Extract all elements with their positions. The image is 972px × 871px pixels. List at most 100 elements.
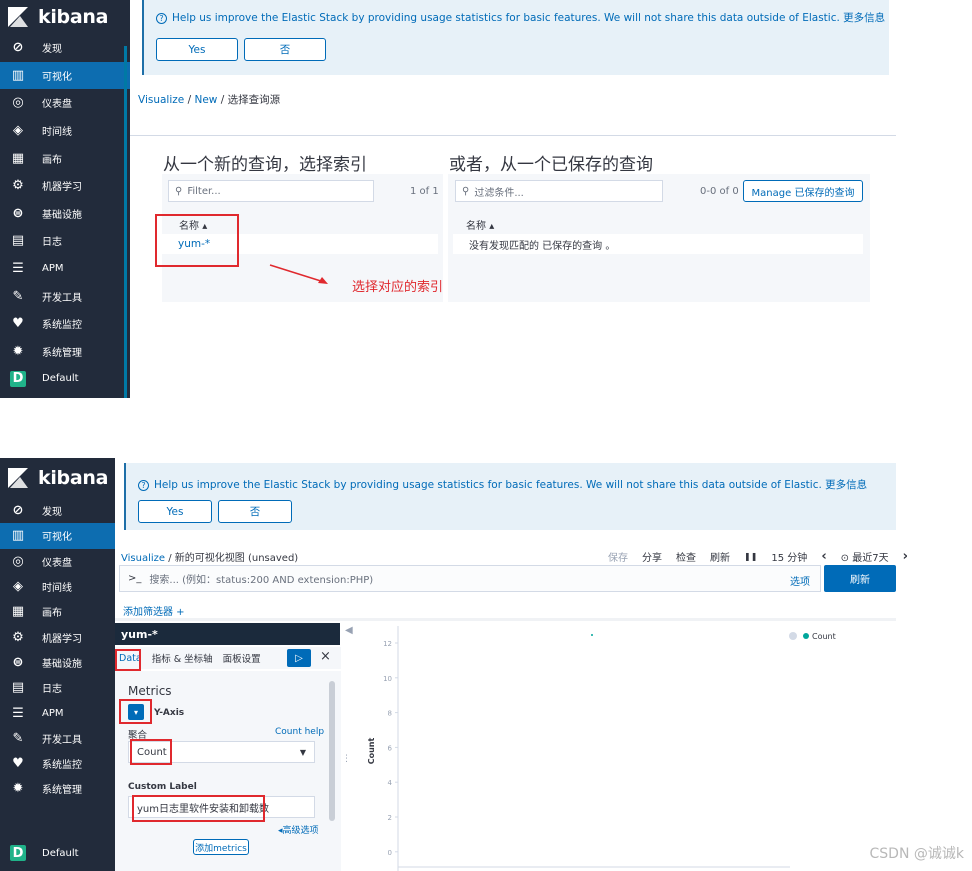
crumb-visualize[interactable]: Visualize [121, 553, 165, 564]
machine-learning-icon: ⚙ [12, 629, 24, 645]
visualize-icon: ▥ [11, 528, 25, 544]
save-link[interactable]: 保存 [608, 549, 628, 564]
editor-scrollbar-thumb[interactable] [329, 681, 335, 821]
sidebar-item-label: 机器学习 [42, 633, 82, 645]
sidebar-item-6[interactable]: ⊜ 基础设施 [0, 650, 115, 675]
tab-metrics-axes[interactable]: 指标 & 坐标轴 [152, 651, 213, 665]
time-range[interactable]: ⊙ 最近7天 [841, 549, 889, 564]
query-input[interactable]: >_ 搜索... (例如：status:200 AND extension:PH… [119, 565, 821, 592]
index-count: 1 of 1 [410, 186, 439, 197]
refresh-button[interactable]: 刷新 [824, 565, 896, 592]
sidebar-item-4[interactable]: ▦ 画布 [0, 144, 130, 172]
logs-icon: ▤ [11, 233, 25, 249]
y-tick-label: 4 [388, 779, 393, 787]
sidebar-item-11[interactable]: ✹ 系统管理 [0, 776, 115, 801]
manage-saved-button[interactable]: Manage 已保存的查询 [743, 180, 863, 202]
sidebar-item-label: 开发工具 [42, 734, 82, 746]
sidebar-item-0[interactable]: ⊘ 发现 [0, 34, 130, 62]
pause-icon[interactable]: ❚❚ [744, 552, 757, 561]
compass-icon: ⊘ [12, 40, 24, 56]
space-label: Default [42, 373, 79, 385]
sidebar-item-5[interactable]: ⚙ 机器学习 [0, 624, 115, 649]
sidebar-item-label: 基础设施 [42, 209, 82, 221]
advanced-options-link[interactable]: ◂高级选项 [278, 823, 319, 836]
sidebar-item-9[interactable]: ✎ 开发工具 [0, 282, 130, 310]
tab-panel-settings[interactable]: 面板设置 [223, 651, 261, 665]
infrastructure-icon: ⊜ [12, 205, 24, 221]
brand[interactable]: kibana [0, 458, 115, 498]
sidebar-item-5[interactable]: ⚙ 机器学习 [0, 172, 130, 200]
sidebar-item-6[interactable]: ⊜ 基础设施 [0, 200, 130, 228]
sidebar-item-8[interactable]: ☰ APM [0, 255, 130, 283]
sidebar-item-2[interactable]: ◎ 仪表盘 [0, 89, 130, 117]
sidebar-item-2[interactable]: ◎ 仪表盘 [0, 549, 115, 574]
sidebar-item-label: 系统管理 [42, 347, 82, 359]
add-filter-link[interactable]: 添加筛选器 + [123, 603, 185, 618]
sidebar-item-0[interactable]: ⊘ 发现 [0, 498, 115, 523]
info-icon: ? [156, 13, 167, 24]
options-link[interactable]: 选项 [790, 573, 810, 588]
y-axis-label: Y-Axis [154, 708, 185, 718]
sidebar-item-3[interactable]: ◈ 时间线 [0, 574, 115, 599]
yes-button[interactable]: Yes [156, 38, 238, 61]
sidebar-item-7[interactable]: ▤ 日志 [0, 675, 115, 700]
crumb-visualize[interactable]: Visualize [138, 94, 184, 106]
add-metrics-button[interactable]: 添加metrics [193, 839, 249, 855]
sidebar-item-label: 基础设施 [42, 658, 82, 670]
sidebar-item-10[interactable]: ♥ 系统监控 [0, 751, 115, 776]
heart-icon: ♥ [12, 316, 24, 332]
index-filter-input[interactable]: ⚲ Filter... [168, 180, 374, 202]
y-tick-label: 8 [388, 710, 392, 718]
sidebar-item-3[interactable]: ◈ 时间线 [0, 117, 130, 145]
apm-icon: ☰ [12, 705, 24, 721]
refresh-link[interactable]: 刷新 [710, 549, 730, 564]
brand[interactable]: kibana [0, 0, 130, 34]
no-button[interactable]: 否 [244, 38, 326, 61]
sidebar-item-4[interactable]: ▦ 画布 [0, 599, 115, 624]
close-icon[interactable]: × [320, 649, 331, 664]
new-search-title: 从一个新的查询，选择索引 [163, 155, 367, 175]
apply-button[interactable]: ▷ [287, 649, 311, 667]
inspect-link[interactable]: 检查 [676, 549, 696, 564]
saved-filter-input[interactable]: ⚲ 过滤条件... [455, 180, 663, 202]
yes-button[interactable]: Yes [138, 500, 212, 523]
logs-icon: ▤ [11, 680, 25, 696]
apm-icon: ☰ [12, 261, 24, 277]
sidebar-item-1[interactable]: ▥ 可视化 [0, 523, 115, 549]
space-selector[interactable]: D Default [0, 839, 115, 867]
canvas-icon: ▦ [11, 604, 25, 620]
telemetry-banner: ? Help us improve the Elastic Stack by pr… [124, 463, 896, 530]
sidebar-item-9[interactable]: ✎ 开发工具 [0, 726, 115, 751]
saved-search-title: 或者，从一个已保存的查询 [449, 155, 653, 175]
interval-label[interactable]: 15 分钟 [771, 549, 807, 564]
sidebar-item-11[interactable]: ✹ 系统管理 [0, 338, 130, 366]
crumb-new[interactable]: New [194, 94, 217, 106]
canvas-icon: ▦ [11, 150, 25, 166]
saved-name-column-header[interactable]: 名称 ▴ [466, 217, 494, 232]
share-link[interactable]: 分享 [642, 549, 662, 564]
compass-icon: ⊘ [12, 503, 24, 519]
chevron-right-icon[interactable]: › [903, 549, 908, 564]
banner-message: ? Help us improve the Elastic Stack by pr… [138, 477, 867, 492]
sidebar-item-8[interactable]: ☰ APM [0, 700, 115, 725]
sort-up-icon: ▴ [489, 221, 495, 232]
space-selector[interactable]: D Default [0, 365, 130, 393]
sidebar-scrollbar[interactable] [124, 46, 127, 398]
sidebar-item-1[interactable]: ▥ 可视化 [0, 61, 130, 90]
machine-learning-icon: ⚙ [12, 178, 24, 194]
highlight-box [155, 214, 239, 267]
y-tick-label: 12 [383, 640, 392, 648]
sidebar-item-10[interactable]: ♥ 系统监控 [0, 310, 130, 338]
kibana-logo-icon [8, 468, 28, 488]
legend-label: Count [812, 632, 836, 641]
sidebar-item-label: 开发工具 [42, 292, 82, 304]
no-button[interactable]: 否 [218, 500, 292, 523]
custom-label-title: Custom Label [128, 782, 197, 792]
chevron-left-icon[interactable]: ‹ [821, 549, 826, 564]
sidebar-item-7[interactable]: ▤ 日志 [0, 227, 130, 255]
highlight-box [130, 739, 172, 765]
terminal-prompt-icon: >_ [128, 573, 142, 584]
screen-new-visualization: kibana ⊘ 发现 ▥ 可视化 ◎ 仪表盘 ◈ 时间线 ▦ 画布 ⚙ 机器学习 ⊜ 基础设施 ▤ 日志 ☰ A… [0, 458, 972, 871]
count-help-link[interactable]: Count help [275, 727, 324, 737]
space-label: Default [42, 847, 79, 859]
